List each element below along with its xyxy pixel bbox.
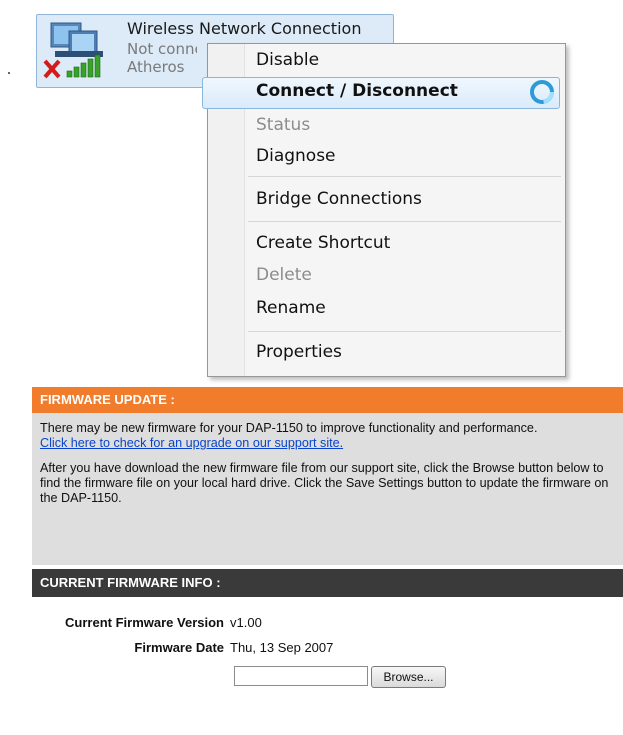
menu-separator bbox=[248, 331, 561, 332]
context-menu: Disable Connect / Disconnect Status Diag… bbox=[202, 43, 566, 377]
menu-item-rename[interactable]: Rename bbox=[256, 298, 326, 318]
network-adapter-icon bbox=[43, 22, 103, 79]
firmware-version-label: Current Firmware Version bbox=[65, 615, 224, 630]
upgrade-check-link[interactable]: Click here to check for an upgrade on ou… bbox=[40, 436, 343, 450]
firmware-instructions: After you have download the new firmware… bbox=[40, 461, 609, 505]
firmware-version-row: Current Firmware Version v1.00 bbox=[32, 615, 262, 630]
firmware-update-body: There may be new firmware for your DAP-1… bbox=[32, 413, 623, 565]
current-firmware-header: CURRENT FIRMWARE INFO : bbox=[32, 569, 623, 597]
firmware-date-row: Firmware Date Thu, 13 Sep 2007 bbox=[32, 640, 333, 655]
menu-item-connect-disconnect[interactable]: Connect / Disconnect bbox=[256, 81, 458, 101]
menu-item-disable[interactable]: Disable bbox=[256, 50, 319, 70]
stray-dot bbox=[8, 72, 10, 74]
connection-title: Wireless Network Connection bbox=[127, 19, 362, 38]
menu-item-bridge-connections[interactable]: Bridge Connections bbox=[256, 189, 422, 209]
menu-separator bbox=[248, 221, 561, 222]
disconnected-x-icon bbox=[43, 59, 61, 79]
signal-strength-icon bbox=[66, 54, 101, 78]
menu-item-create-shortcut[interactable]: Create Shortcut bbox=[256, 233, 390, 253]
connection-status: Not connected bbox=[127, 40, 197, 58]
firmware-date-value: Thu, 13 Sep 2007 bbox=[230, 640, 334, 655]
menu-item-delete: Delete bbox=[256, 265, 312, 285]
firmware-version-value: v1.00 bbox=[230, 615, 262, 630]
menu-separator bbox=[248, 176, 561, 177]
firmware-update-header: FIRMWARE UPDATE : bbox=[32, 387, 623, 413]
firmware-file-input[interactable] bbox=[234, 666, 368, 686]
firmware-intro-text: There may be new firmware for your DAP-1… bbox=[40, 421, 538, 435]
busy-spinner-icon bbox=[530, 80, 554, 104]
firmware-date-label: Firmware Date bbox=[134, 640, 224, 655]
menu-item-status: Status bbox=[256, 115, 311, 135]
menu-item-properties[interactable]: Properties bbox=[256, 342, 342, 362]
connection-adapter: Atheros bbox=[127, 58, 185, 76]
network-connections-area: Wireless Network Connection Not connecte… bbox=[0, 0, 623, 380]
browse-button[interactable]: Browse... bbox=[371, 666, 446, 688]
menu-item-diagnose[interactable]: Diagnose bbox=[256, 146, 336, 166]
firmware-panel: FIRMWARE UPDATE : There may be new firmw… bbox=[32, 387, 623, 735]
firmware-intro-paragraph: There may be new firmware for your DAP-1… bbox=[40, 421, 615, 451]
